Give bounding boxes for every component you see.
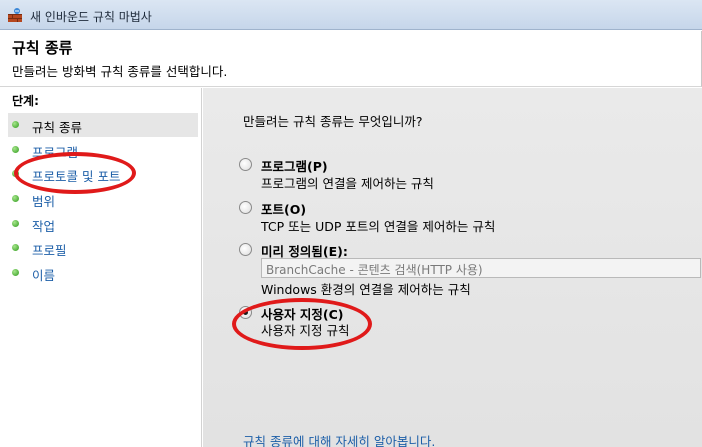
step-label: 프로그램	[32, 145, 79, 160]
steps-label: 단계:	[12, 94, 39, 108]
step-label: 이름	[32, 268, 56, 283]
custom-radio[interactable]	[239, 306, 252, 319]
step-protocol-and-ports[interactable]: 프로토콜 및 포트	[8, 162, 198, 186]
step-bullet-icon	[12, 121, 19, 128]
step-bullet-icon	[12, 220, 19, 227]
firewall-wizard-icon	[8, 8, 22, 22]
rule-type-question: 만들려는 규칙 종류는 무엇입니까?	[243, 114, 423, 129]
step-bullet-icon	[12, 146, 19, 153]
page-description: 만들려는 방화벽 규칙 종류를 선택합니다.	[12, 64, 228, 79]
predefined-radio[interactable]	[239, 243, 252, 256]
step-program[interactable]: 프로그램	[8, 138, 198, 162]
option-custom[interactable]: 사용자 지정(C) 사용자 지정 규칙	[239, 304, 699, 338]
step-scope[interactable]: 범위	[8, 187, 198, 211]
step-label: 규칙 종류	[32, 120, 82, 135]
port-radio[interactable]	[239, 201, 252, 214]
step-label: 프로토콜 및 포트	[32, 169, 121, 184]
step-profile[interactable]: 프로필	[8, 236, 198, 260]
option-program[interactable]: 프로그램(P) 프로그램의 연결을 제어하는 규칙	[239, 156, 699, 191]
step-label: 범위	[32, 194, 56, 209]
step-name[interactable]: 이름	[8, 261, 198, 285]
window-title: 새 인바운드 규칙 마법사	[30, 10, 152, 24]
step-bullet-icon	[12, 170, 19, 177]
main-panel: 만들려는 규칙 종류는 무엇입니까? 프로그램(P) 프로그램의 연결을 제어하…	[203, 88, 702, 447]
step-action[interactable]: 작업	[8, 212, 198, 236]
wizard-header: 규칙 종류 만들려는 방화벽 규칙 종류를 선택합니다.	[0, 31, 702, 87]
program-radio[interactable]	[239, 158, 252, 171]
learn-more-link[interactable]: 규칙 종류에 대해 자세히 알아봅니다.	[243, 431, 435, 447]
title-bar: 새 인바운드 규칙 마법사	[0, 0, 702, 30]
page-title: 규칙 종류	[12, 39, 73, 57]
step-bullet-icon	[12, 195, 19, 202]
step-label: 프로필	[32, 243, 67, 258]
option-description: Windows 환경의 연결을 제어하는 규칙	[261, 282, 471, 297]
option-description: TCP 또는 UDP 포트의 연결을 제어하는 규칙	[261, 219, 496, 234]
steps-sidebar: 단계: 규칙 종류 프로그램 프로토콜 및 포트 범위 작업 프로필 이름	[0, 88, 202, 447]
step-bullet-icon	[12, 244, 19, 251]
option-description: 사용자 지정 규칙	[261, 323, 350, 338]
option-description: 프로그램의 연결을 제어하는 규칙	[261, 176, 434, 191]
step-rule-type[interactable]: 규칙 종류	[8, 113, 198, 137]
step-bullet-icon	[12, 269, 19, 276]
step-label: 작업	[32, 219, 56, 234]
predefined-rule-select[interactable]: BranchCache - 콘텐츠 검색(HTTP 사용)	[261, 258, 701, 278]
option-port[interactable]: 포트(O) TCP 또는 UDP 포트의 연결을 제어하는 규칙	[239, 199, 699, 234]
